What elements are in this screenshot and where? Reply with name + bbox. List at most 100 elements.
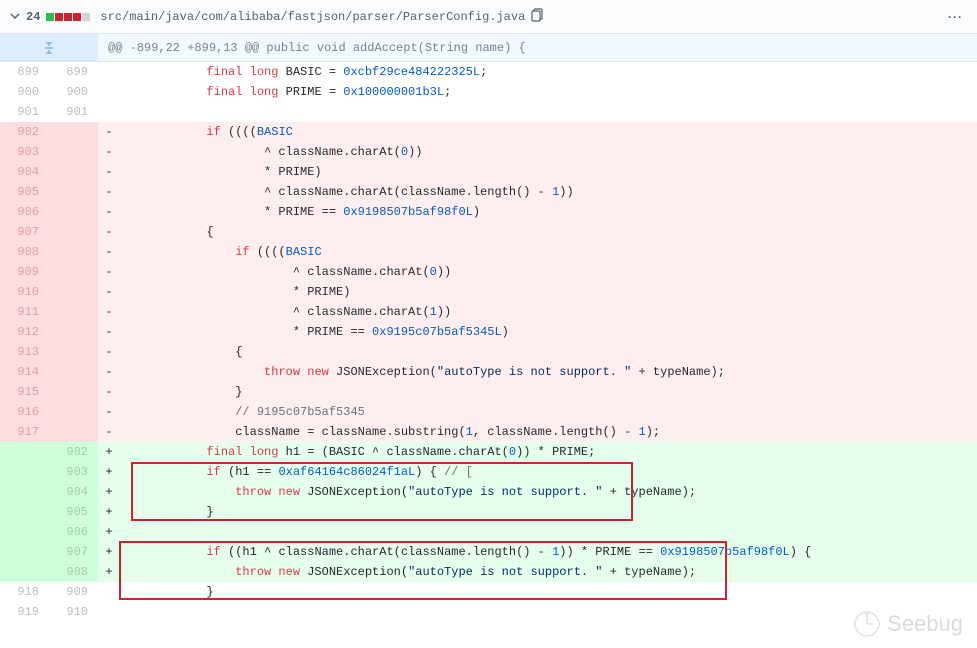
old-line-number[interactable]: 902 <box>0 122 49 142</box>
new-line-number[interactable] <box>49 142 98 162</box>
hunk-header: @@ -899,22 +899,13 @@ public void addAcc… <box>0 34 977 62</box>
diff-table: 899899 final long BASIC = 0xcbf29ce48422… <box>0 62 977 622</box>
new-line-number[interactable] <box>49 242 98 262</box>
diff-marker <box>98 582 120 602</box>
code-content <box>120 602 977 622</box>
new-line-number[interactable]: 906 <box>49 522 98 542</box>
diff-row: 912- * PRIME == 0x9195c07b5af5345L) <box>0 322 977 342</box>
old-line-number[interactable] <box>0 562 49 582</box>
diff-marker: - <box>98 282 120 302</box>
new-line-number[interactable] <box>49 342 98 362</box>
expand-icon[interactable] <box>0 34 98 61</box>
old-line-number[interactable]: 908 <box>0 242 49 262</box>
new-line-number[interactable] <box>49 302 98 322</box>
diff-marker: - <box>98 222 120 242</box>
code-content: { <box>120 222 977 242</box>
old-line-number[interactable]: 899 <box>0 62 49 82</box>
old-line-number[interactable]: 909 <box>0 262 49 282</box>
diff-row: 903+ if (h1 == 0xaf64164c86024f1aL) { //… <box>0 462 977 482</box>
old-line-number[interactable] <box>0 522 49 542</box>
more-options-icon[interactable]: ··· <box>944 10 967 24</box>
diff-marker <box>98 82 120 102</box>
diff-row: 906+ <box>0 522 977 542</box>
old-line-number[interactable]: 905 <box>0 182 49 202</box>
old-line-number[interactable] <box>0 482 49 502</box>
new-line-number[interactable] <box>49 162 98 182</box>
old-line-number[interactable]: 907 <box>0 222 49 242</box>
diff-row: 915- } <box>0 382 977 402</box>
diff-marker: + <box>98 522 120 542</box>
diff-marker: - <box>98 262 120 282</box>
file-path[interactable]: src/main/java/com/alibaba/fastjson/parse… <box>100 10 525 24</box>
new-line-number[interactable]: 909 <box>49 582 98 602</box>
old-line-number[interactable]: 916 <box>0 402 49 422</box>
code-content: * PRIME) <box>120 162 977 182</box>
code-content <box>120 102 977 122</box>
old-line-number[interactable] <box>0 542 49 562</box>
new-line-number[interactable]: 908 <box>49 562 98 582</box>
new-line-number[interactable] <box>49 222 98 242</box>
new-line-number[interactable] <box>49 262 98 282</box>
new-line-number[interactable] <box>49 282 98 302</box>
code-content: final long PRIME = 0x100000001b3L; <box>120 82 977 102</box>
new-line-number[interactable]: 902 <box>49 442 98 462</box>
old-line-number[interactable]: 915 <box>0 382 49 402</box>
new-line-number[interactable] <box>49 422 98 442</box>
old-line-number[interactable] <box>0 462 49 482</box>
diff-row: 901901 <box>0 102 977 122</box>
new-line-number[interactable] <box>49 182 98 202</box>
old-line-number[interactable]: 904 <box>0 162 49 182</box>
new-line-number[interactable]: 904 <box>49 482 98 502</box>
old-line-number[interactable] <box>0 502 49 522</box>
old-line-number[interactable]: 912 <box>0 322 49 342</box>
new-line-number[interactable] <box>49 122 98 142</box>
new-line-number[interactable] <box>49 202 98 222</box>
new-line-number[interactable]: 903 <box>49 462 98 482</box>
new-line-number[interactable]: 910 <box>49 602 98 622</box>
diff-row: 904- * PRIME) <box>0 162 977 182</box>
old-line-number[interactable]: 910 <box>0 282 49 302</box>
code-content: if ((((BASIC <box>120 242 977 262</box>
old-line-number[interactable]: 919 <box>0 602 49 622</box>
diff-row: 905+ } <box>0 502 977 522</box>
diff-row: 900900 final long PRIME = 0x100000001b3L… <box>0 82 977 102</box>
new-line-number[interactable]: 900 <box>49 82 98 102</box>
old-line-number[interactable]: 906 <box>0 202 49 222</box>
diff-row: 909- ^ className.charAt(0)) <box>0 262 977 282</box>
new-line-number[interactable] <box>49 402 98 422</box>
old-line-number[interactable] <box>0 442 49 462</box>
diff-marker: - <box>98 182 120 202</box>
old-line-number[interactable]: 911 <box>0 302 49 322</box>
new-line-number[interactable] <box>49 382 98 402</box>
new-line-number[interactable] <box>49 322 98 342</box>
old-line-number[interactable]: 900 <box>0 82 49 102</box>
code-content: className = className.substring(1, class… <box>120 422 977 442</box>
diff-row: 917- className = className.substring(1, … <box>0 422 977 442</box>
new-line-number[interactable]: 905 <box>49 502 98 522</box>
new-line-number[interactable]: 907 <box>49 542 98 562</box>
code-content: * PRIME == 0x9198507b5af98f0L) <box>120 202 977 222</box>
diff-marker: - <box>98 142 120 162</box>
code-content: ^ className.charAt(1)) <box>120 302 977 322</box>
old-line-number[interactable]: 914 <box>0 362 49 382</box>
diff-row: 907+ if ((h1 ^ className.charAt(classNam… <box>0 542 977 562</box>
old-line-number[interactable]: 913 <box>0 342 49 362</box>
hunk-info: @@ -899,22 +899,13 @@ public void addAcc… <box>98 41 526 55</box>
diff-marker: + <box>98 542 120 562</box>
old-line-number[interactable]: 901 <box>0 102 49 122</box>
diff-row: 908+ throw new JSONException("autoType i… <box>0 562 977 582</box>
diff-marker <box>98 102 120 122</box>
diff-row: 908- if ((((BASIC <box>0 242 977 262</box>
code-content: if (h1 == 0xaf64164c86024f1aL) { // [ <box>120 462 977 482</box>
new-line-number[interactable] <box>49 362 98 382</box>
old-line-number[interactable]: 917 <box>0 422 49 442</box>
old-line-number[interactable]: 918 <box>0 582 49 602</box>
old-line-number[interactable]: 903 <box>0 142 49 162</box>
new-line-number[interactable]: 901 <box>49 102 98 122</box>
diff-row: 903- ^ className.charAt(0)) <box>0 142 977 162</box>
file-header: 24 src/main/java/com/alibaba/fastjson/pa… <box>0 0 977 34</box>
diff-marker <box>98 62 120 82</box>
copy-icon[interactable] <box>531 8 545 25</box>
chevron-down-icon[interactable] <box>10 10 20 24</box>
new-line-number[interactable]: 899 <box>49 62 98 82</box>
